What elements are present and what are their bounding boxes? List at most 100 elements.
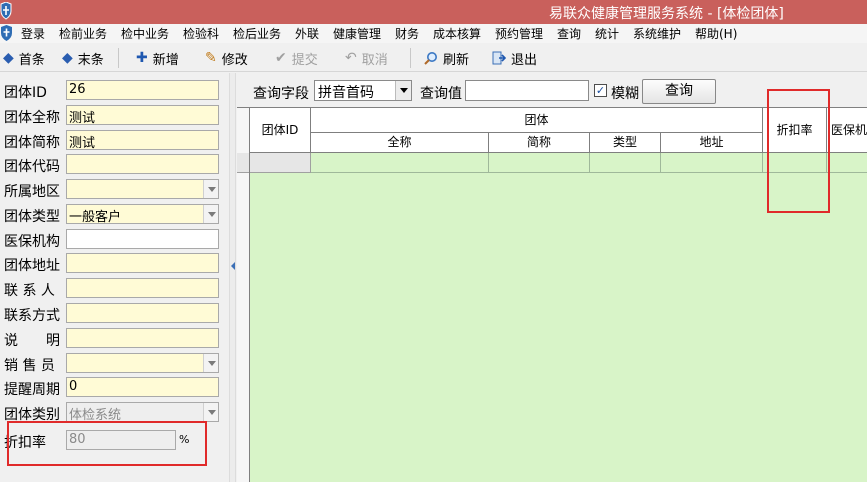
form-row-category: 团体类别 体检系统	[0, 402, 229, 423]
last-icon: ◆	[62, 50, 73, 66]
toolbar-separator	[410, 48, 411, 68]
exit-button[interactable]: 退出	[492, 48, 537, 68]
contact-method-field[interactable]	[66, 303, 219, 323]
menu-outreach[interactable]: 外联	[295, 25, 319, 42]
medical-insurance-field[interactable]	[66, 229, 219, 249]
chevron-down-icon[interactable]	[203, 403, 218, 421]
field-label: 联 系 人	[4, 283, 55, 299]
menu-login[interactable]: 登录	[21, 25, 45, 42]
grid-cell[interactable]	[489, 153, 590, 173]
salesperson-select[interactable]	[66, 353, 219, 373]
field-label: 说 明	[4, 333, 60, 349]
chevron-down-icon[interactable]	[203, 354, 218, 372]
menu-post-exam[interactable]: 检后业务	[233, 25, 281, 42]
undo-icon: ↶	[345, 50, 357, 66]
percent-sign: %	[179, 433, 190, 446]
menu-finance[interactable]: 财务	[395, 25, 419, 42]
field-label: 团体全称	[4, 110, 60, 126]
column-header-type[interactable]: 类型	[590, 133, 661, 153]
first-icon: ◆	[3, 50, 14, 66]
form-row-region: 所属地区	[0, 179, 229, 200]
query-field-select[interactable]: 拼音首码	[314, 80, 412, 101]
fuzzy-checkbox[interactable]: ✓	[594, 84, 607, 97]
query-button[interactable]: 查询	[642, 79, 716, 104]
menu-health-mgmt[interactable]: 健康管理	[333, 25, 381, 42]
address-field[interactable]	[66, 253, 219, 273]
form-row-reminder: 提醒周期 0	[0, 377, 229, 398]
menu-system[interactable]: 系统维护	[633, 25, 681, 42]
field-label: 提醒周期	[4, 382, 60, 398]
region-select[interactable]	[66, 179, 219, 199]
column-header-address[interactable]: 地址	[661, 133, 763, 153]
menu-query[interactable]: 查询	[557, 25, 581, 42]
menu-pre-exam[interactable]: 检前业务	[59, 25, 107, 42]
last-button[interactable]: ◆ 末条	[62, 48, 104, 68]
contact-person-field[interactable]	[66, 278, 219, 298]
toolbar: ◆ 首条 ◆ 末条 ✚ 新增 ✎ 修改 ✔ 提交 ↶ 取消 刷新 退出	[0, 43, 867, 72]
row-indicator[interactable]	[237, 153, 249, 173]
app-shield-icon	[0, 2, 12, 20]
field-label: 团体代码	[4, 159, 60, 175]
field-label: 团体类别	[4, 407, 60, 423]
menu-cost[interactable]: 成本核算	[433, 25, 481, 42]
notes-field[interactable]	[66, 328, 219, 348]
discount-rate-field[interactable]: 80	[66, 430, 176, 450]
submit-button[interactable]: ✔ 提交	[275, 48, 318, 68]
menu-help[interactable]: 帮助(H)	[695, 25, 737, 42]
group-form-panel: 团体ID 26 团体全称 测试 团体简称 测试 团体代码 所属地区 团体类型 一…	[0, 73, 229, 482]
menu-in-exam[interactable]: 检中业务	[121, 25, 169, 42]
group-code-field[interactable]	[66, 154, 219, 174]
group-id-field[interactable]: 26	[66, 80, 219, 100]
menu-appointment[interactable]: 预约管理	[495, 25, 543, 42]
form-row-notes: 说 明	[0, 328, 229, 349]
query-value-label: 查询值	[420, 86, 462, 102]
fuzzy-label: 模糊	[611, 86, 639, 102]
grid-cell[interactable]	[827, 153, 867, 173]
grid-cell[interactable]	[590, 153, 661, 173]
menu-lab[interactable]: 检验科	[183, 25, 219, 42]
group-grid[interactable]: 团体ID 团体 全称 简称 类型 地址 折扣率 医保机构	[237, 107, 867, 482]
grid-cell[interactable]	[311, 153, 489, 173]
form-row-phone: 联系方式	[0, 303, 229, 324]
add-button[interactable]: ✚ 新增	[136, 48, 179, 68]
grid-cell[interactable]	[763, 153, 827, 173]
field-label: 团体类型	[4, 209, 60, 225]
field-label: 医保机构	[4, 234, 60, 250]
menu-shield-icon[interactable]	[0, 25, 13, 41]
column-header-discount[interactable]: 折扣率	[763, 108, 827, 153]
column-header-full-name[interactable]: 全称	[311, 133, 489, 153]
grid-cell[interactable]	[250, 153, 311, 173]
grid-cell[interactable]	[661, 153, 763, 173]
check-icon: ✔	[275, 50, 287, 66]
group-category-select[interactable]: 体检系统	[66, 402, 219, 422]
query-field-label: 查询字段	[253, 86, 309, 102]
reminder-cycle-field[interactable]: 0	[66, 377, 219, 397]
form-row-short-name: 团体简称 测试	[0, 130, 229, 151]
column-header-group-id[interactable]: 团体ID	[250, 108, 311, 153]
first-button[interactable]: ◆ 首条	[3, 48, 45, 68]
pencil-icon: ✎	[205, 50, 217, 66]
collapse-arrow-icon[interactable]	[231, 262, 235, 270]
field-label: 联系方式	[4, 308, 60, 324]
form-row-full-name: 团体全称 测试	[0, 105, 229, 126]
column-header-short-name[interactable]: 简称	[489, 133, 590, 153]
panel-splitter[interactable]	[229, 73, 236, 482]
query-value-input[interactable]	[465, 80, 589, 101]
menu-bar: 登录 检前业务 检中业务 检验科 检后业务 外联 健康管理 财务 成本核算 预约…	[0, 24, 867, 43]
edit-button[interactable]: ✎ 修改	[205, 48, 248, 68]
full-name-field[interactable]: 测试	[66, 105, 219, 125]
plus-icon: ✚	[136, 50, 148, 66]
column-header-medical-insurance[interactable]: 医保机构	[827, 108, 867, 153]
chevron-down-icon[interactable]	[203, 205, 218, 223]
form-row-group-id: 团体ID 26	[0, 80, 229, 101]
menu-statistics[interactable]: 统计	[595, 25, 619, 42]
title-bar: 易联众健康管理服务系统 - [体检团体]	[0, 0, 867, 24]
group-type-select[interactable]: 一般客户	[66, 204, 219, 224]
field-label: 所属地区	[4, 184, 60, 200]
cancel-button[interactable]: ↶ 取消	[345, 48, 388, 68]
form-row-medical-insurance: 医保机构	[0, 229, 229, 250]
refresh-button[interactable]: 刷新	[424, 48, 469, 68]
chevron-down-icon[interactable]	[203, 180, 218, 198]
short-name-field[interactable]: 测试	[66, 130, 219, 150]
chevron-down-icon[interactable]	[395, 81, 411, 100]
